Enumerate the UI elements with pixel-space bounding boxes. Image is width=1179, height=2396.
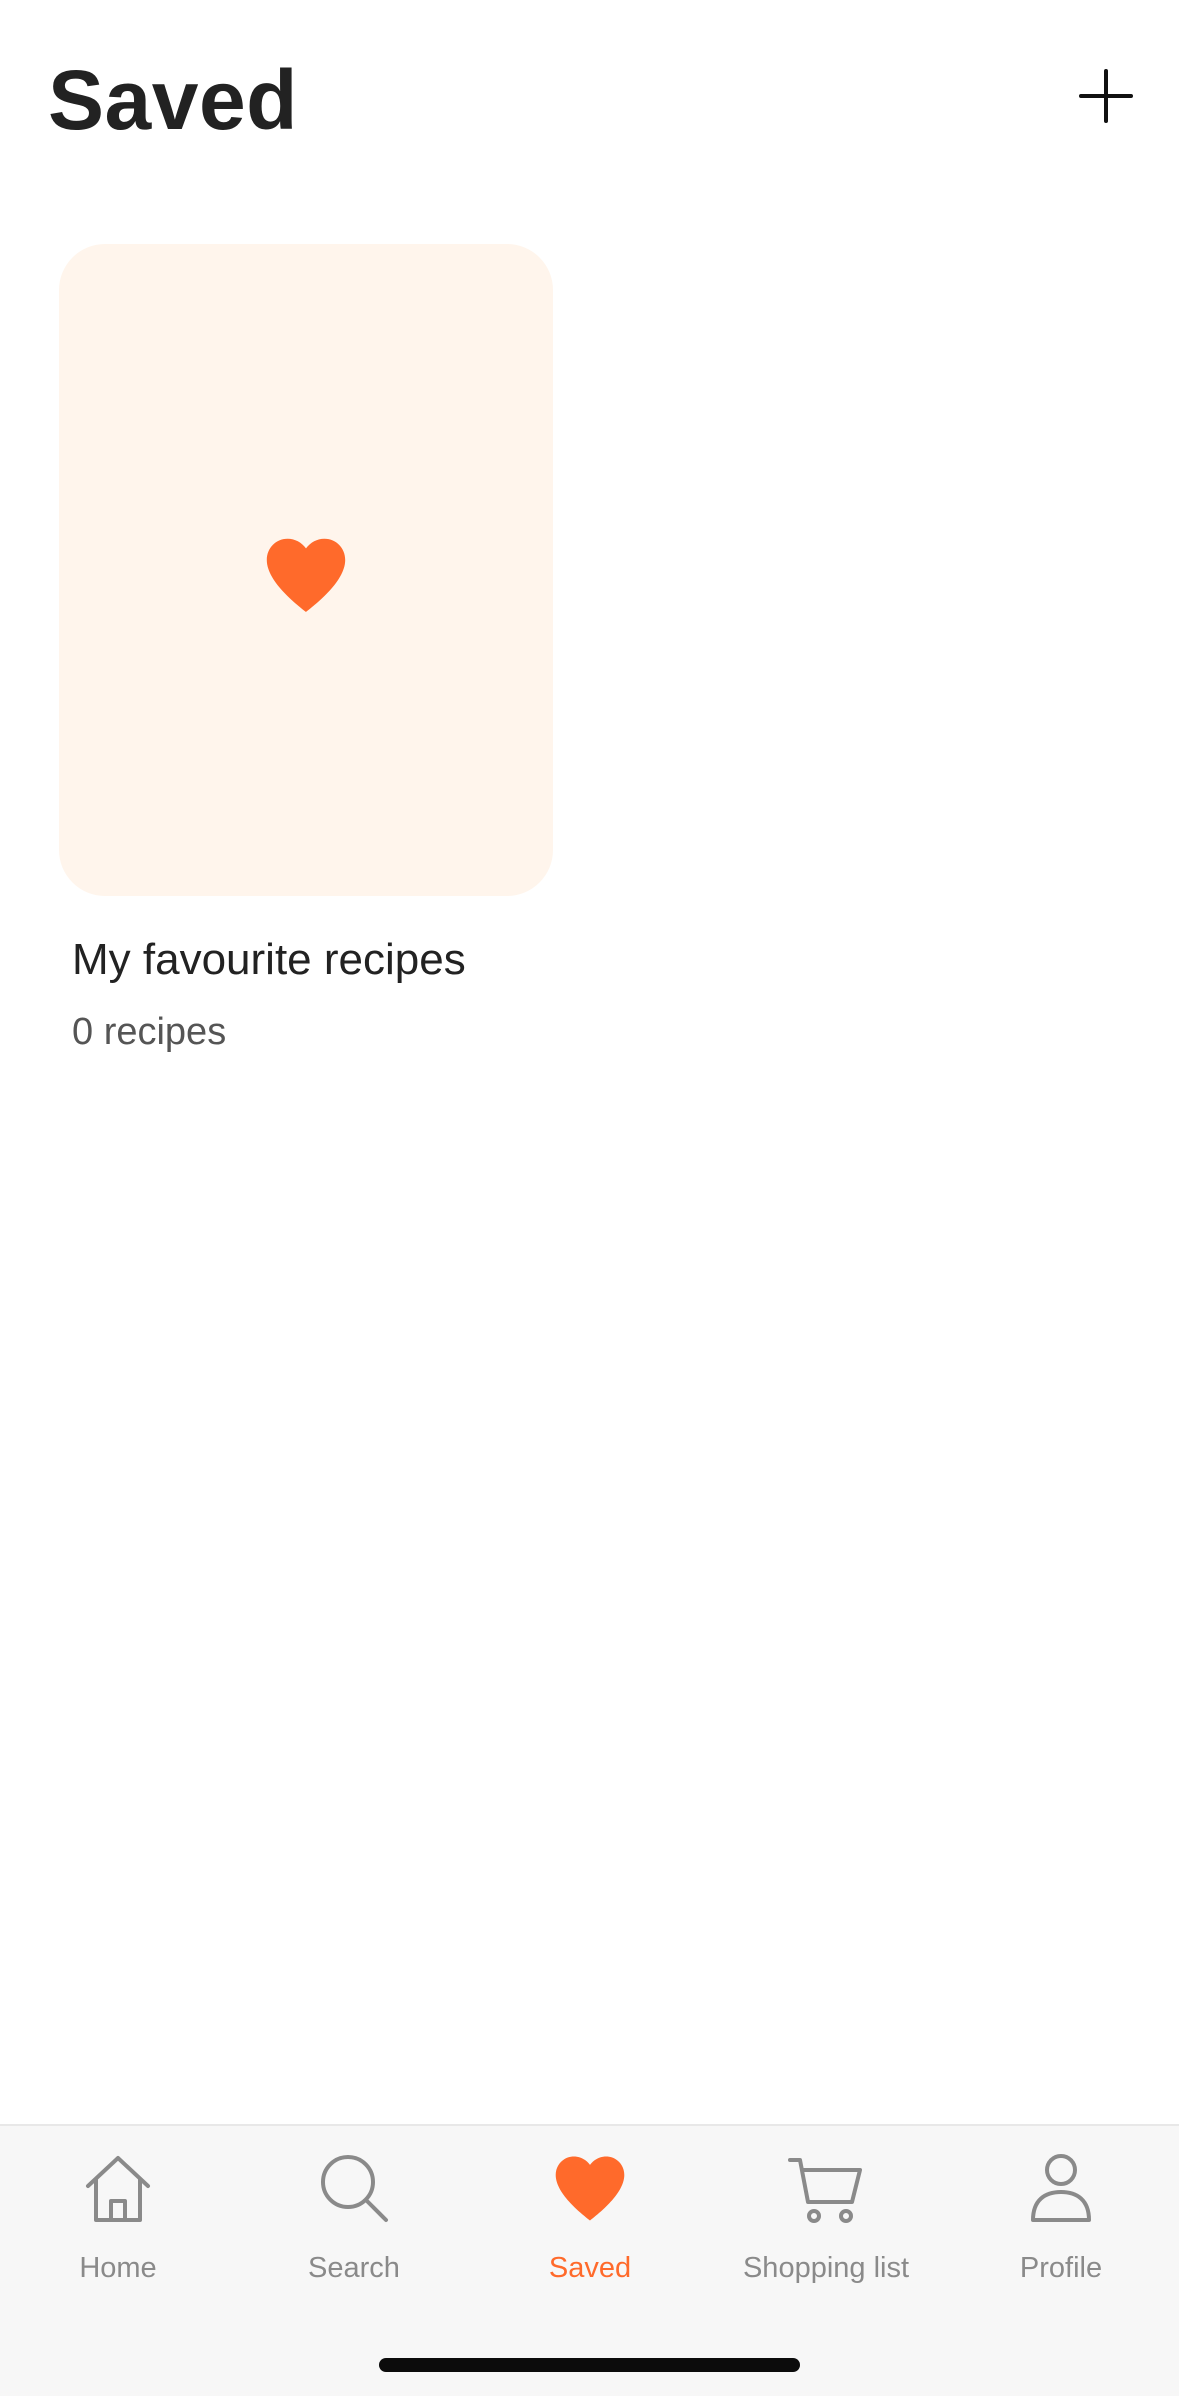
nav-item-saved[interactable]: Saved [472, 2126, 708, 2306]
collection-title[interactable]: My favourite recipes [72, 934, 466, 987]
page-title: Saved [48, 53, 298, 147]
nav-item-search[interactable]: Search [236, 2126, 472, 2306]
bottom-navigation: Home Search Saved Shopping list Profile [0, 2124, 1179, 2396]
collection-card-favourites[interactable] [59, 244, 553, 896]
add-collection-button[interactable] [1070, 60, 1142, 132]
plus-icon [1079, 69, 1133, 123]
heart-icon [555, 2156, 625, 2221]
nav-item-profile[interactable]: Profile [943, 2126, 1179, 2306]
nav-item-shopping-list[interactable]: Shopping list [708, 2126, 944, 2306]
nav-label-search: Search [308, 2252, 400, 2284]
nav-item-home[interactable]: Home [0, 2126, 236, 2306]
cart-icon [788, 2158, 862, 2223]
collection-count: 0 recipes [72, 1011, 227, 1053]
nav-label-home: Home [79, 2252, 157, 2284]
nav-label-profile: Profile [1019, 2252, 1103, 2284]
nav-label-saved: Saved [548, 2252, 632, 2284]
home-icon [86, 2156, 150, 2222]
nav-label-shopping-list: Shopping list [742, 2252, 910, 2284]
header: Saved [0, 0, 1179, 200]
home-indicator [379, 2358, 800, 2372]
heart-icon [266, 538, 346, 612]
search-icon [321, 2155, 388, 2222]
profile-icon [1031, 2154, 1091, 2222]
